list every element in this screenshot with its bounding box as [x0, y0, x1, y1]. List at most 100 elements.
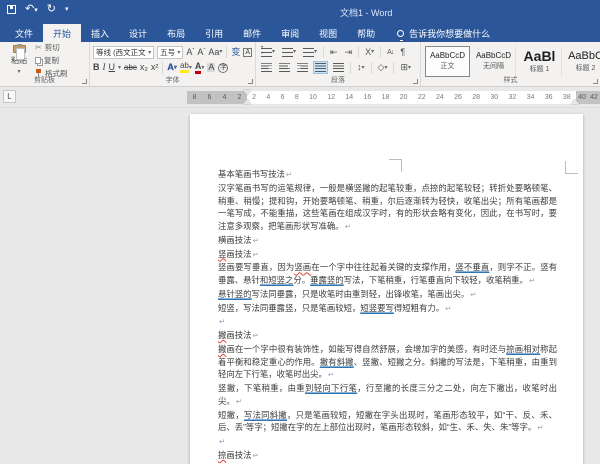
- distribute-button[interactable]: [331, 61, 346, 74]
- ribbon-tab[interactable]: 布局: [157, 24, 195, 42]
- paragraph-mark: ↵: [236, 397, 242, 406]
- style-card[interactable]: AaBbCcD无间隔: [471, 46, 516, 77]
- bold-button[interactable]: B: [93, 63, 100, 72]
- paste-button[interactable]: 粘贴 ▾: [3, 45, 35, 75]
- multilevel-list-button[interactable]: ▾: [301, 46, 319, 59]
- ribbon-tab[interactable]: 视图: [309, 24, 347, 42]
- asian-layout-icon[interactable]: X▾: [363, 46, 376, 59]
- style-preview: AaBbCcD: [430, 52, 465, 61]
- styles-dialog-launcher[interactable]: [593, 79, 598, 84]
- align-center-button[interactable]: [277, 61, 292, 74]
- doc-text-run: 画技法: [226, 450, 251, 460]
- increase-indent-icon[interactable]: ⇥: [343, 46, 355, 59]
- font-group-label: 字体: [90, 75, 255, 85]
- underline-button[interactable]: U: [109, 63, 116, 72]
- ruler-number: 12: [327, 94, 335, 101]
- shrink-font-button[interactable]: Aˇ: [197, 48, 205, 57]
- distribute-icon: [333, 63, 344, 72]
- ribbon-tab[interactable]: 文件: [5, 24, 43, 42]
- document-body: 基本笔画书写技法↵汉字笔画书写的运笔规律，一般是横竖撇的起笔较重，点捺的起笔较轻…: [218, 168, 557, 464]
- superscript-button[interactable]: x²: [151, 63, 159, 72]
- ribbon-tab[interactable]: 插入: [81, 24, 119, 42]
- doc-paragraph: 横画技法↵: [218, 234, 557, 248]
- ribbon-tab[interactable]: 帮助: [347, 24, 385, 42]
- text-highlight-button[interactable]: ab▾: [180, 62, 192, 73]
- font-size-combobox[interactable]: 五号▾: [157, 46, 183, 59]
- align-right-icon: [297, 63, 308, 72]
- change-case-button[interactable]: Aa▾: [208, 48, 222, 57]
- character-shading-icon[interactable]: A: [207, 63, 215, 72]
- line-spacing-icon[interactable]: ↕▾: [355, 61, 367, 74]
- cut-button[interactable]: ✂剪切: [35, 42, 68, 53]
- show-marks-icon[interactable]: ¶: [398, 46, 407, 59]
- style-preview: AaBbC: [568, 50, 600, 62]
- tell-me-label: 告诉我你想要做什么: [409, 27, 490, 40]
- ruler-number: 14: [345, 94, 353, 101]
- doc-text-run: 画技法: [226, 330, 251, 340]
- styles-group: AaBbCcD正文AaBbCcD无间隔AaBl标题 1AaBbC标题 2AaBb…: [421, 42, 600, 86]
- style-card[interactable]: AaBl标题 1: [517, 46, 562, 77]
- doc-paragraph: 捺画技法↵: [218, 449, 557, 463]
- sort-icon[interactable]: A↓: [385, 47, 395, 58]
- shading-icon[interactable]: ◇▾: [376, 61, 390, 74]
- justify-button[interactable]: [313, 61, 328, 74]
- font-name-combobox[interactable]: 等线 (西文正文▾: [93, 46, 154, 59]
- tell-me-search[interactable]: 告诉我你想要做什么: [397, 24, 490, 42]
- bullets-button[interactable]: ▾: [259, 46, 277, 59]
- document-area: 基本笔画书写技法↵汉字笔画书写的运笔规律，一般是横竖撇的起笔较重，点捺的起笔较轻…: [0, 108, 600, 464]
- ribbon-tab[interactable]: 设计: [119, 24, 157, 42]
- strikethrough-button[interactable]: abc: [124, 64, 137, 72]
- undo-icon[interactable]: ↶▾: [25, 4, 38, 15]
- ribbon-tab[interactable]: 引用: [195, 24, 233, 42]
- paragraph-mark: ↵: [253, 250, 259, 259]
- tab-selector[interactable]: L: [3, 90, 16, 103]
- underline-caret-icon[interactable]: ▾: [118, 64, 121, 71]
- hanging-indent-marker[interactable]: [243, 99, 251, 104]
- align-left-button[interactable]: [259, 61, 274, 74]
- doc-text-run: 短撇，: [218, 410, 244, 420]
- save-icon[interactable]: [7, 5, 16, 14]
- borders-icon[interactable]: ⊞▾: [398, 61, 413, 74]
- clipboard-dialog-launcher[interactable]: [82, 79, 87, 84]
- first-line-indent-marker[interactable]: [243, 90, 251, 95]
- document-page[interactable]: 基本笔画书写技法↵汉字笔画书写的运笔规律，一般是横竖撇的起笔较重，点捺的起笔较轻…: [190, 114, 583, 464]
- paragraph-mark: ↵: [345, 222, 351, 231]
- numbering-button[interactable]: ▾: [280, 46, 298, 59]
- style-card[interactable]: AaBbC标题 2: [563, 46, 600, 77]
- text-effects-icon[interactable]: A▾: [167, 63, 177, 72]
- ribbon-tab[interactable]: 开始: [43, 24, 81, 42]
- style-card[interactable]: AaBbCcD正文: [425, 46, 470, 77]
- decrease-indent-icon[interactable]: ⇤: [328, 46, 340, 59]
- ruler-number: 36: [545, 94, 553, 101]
- doc-paragraph: 短竖，写法同垂露竖，只是笔画较短，短竖要写得短粗有力。↵: [218, 302, 557, 316]
- right-indent-marker[interactable]: [571, 99, 579, 104]
- paragraph-dialog-launcher[interactable]: [413, 79, 418, 84]
- font-color-button[interactable]: A▾: [195, 62, 205, 74]
- enclose-characters-icon[interactable]: 字: [218, 63, 228, 73]
- align-right-button[interactable]: [295, 61, 310, 74]
- ruler-number: 6: [208, 94, 212, 101]
- subscript-button[interactable]: x₂: [140, 63, 148, 72]
- italic-button[interactable]: I: [103, 63, 106, 72]
- proofing-marked-text: 竖不垂直: [455, 262, 489, 272]
- window-title: 文档1 - Word: [340, 6, 392, 19]
- customize-qat-icon[interactable]: ▾: [65, 6, 69, 13]
- paste-caret-icon[interactable]: ▾: [17, 68, 20, 75]
- doc-paragraph: 短撇，写法同斜撇，只是笔画较短，短撇在字头出现时，笔画形态较平，如“干、反、禾、…: [218, 409, 557, 436]
- ruler-number: 40: [578, 94, 586, 101]
- paragraph-mark: ↵: [219, 437, 225, 446]
- phonetic-guide-icon[interactable]: 变: [231, 48, 240, 57]
- ribbon-tab[interactable]: 邮件: [233, 24, 271, 42]
- font-dialog-launcher[interactable]: [248, 79, 253, 84]
- paragraph-mark: ↵: [253, 451, 259, 460]
- ribbon-tab[interactable]: 审阅: [271, 24, 309, 42]
- redo-icon[interactable]: ↻: [47, 4, 56, 15]
- copy-button[interactable]: 复制: [35, 55, 68, 66]
- ruler-number: 4: [223, 94, 227, 101]
- ruler-right-margin: 4042: [576, 91, 600, 104]
- doc-text-run: 竖画要写垂直，因为: [218, 262, 294, 272]
- ruler-left-margin: 8642: [187, 91, 247, 104]
- character-border-icon[interactable]: A: [243, 48, 252, 57]
- doc-text-run: 在一个字中往往起着关键的支撑作用，: [311, 262, 455, 272]
- grow-font-button[interactable]: Aˆ: [186, 48, 194, 57]
